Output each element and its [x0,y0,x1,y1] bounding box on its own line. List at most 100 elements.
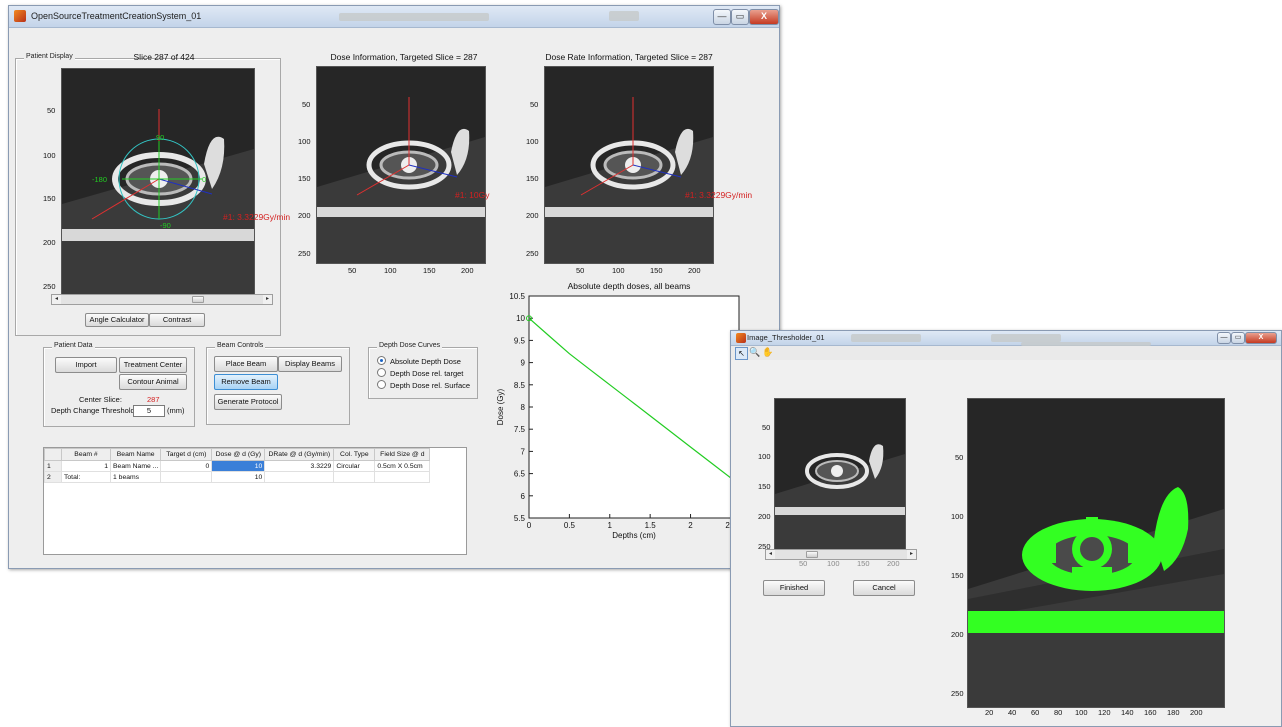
x-tick: 180 [1167,708,1180,717]
maximize-button[interactable]: ▭ [731,9,749,25]
threshold-unit: (mm) [167,406,185,415]
x-tick: 150 [423,266,436,275]
x-tick: 140 [1121,708,1134,717]
x-tick: 200 [1190,708,1203,717]
table-cell[interactable] [160,471,213,483]
angle-calculator-button[interactable]: Angle Calculator [85,313,149,327]
table-cell-selected[interactable]: 10 [211,460,266,472]
close-button[interactable]: X [749,9,779,25]
main-window: OpenSourceTreatmentCreationSystem_01 — ▭… [8,5,780,569]
y-tick-label: 8.5 [514,381,526,390]
main-window-title: OpenSourceTreatmentCreationSystem_01 [31,11,202,21]
minimize-button[interactable]: — [1217,332,1231,344]
dose-info-title: Dose Information, Targeted Slice = 287 [330,52,478,62]
scroll-thumb[interactable] [192,296,204,303]
maximize-button[interactable]: ▭ [1231,332,1245,344]
y-tick: 200 [43,238,56,247]
table-cell[interactable]: 0.5cm X 0.5cm [374,460,431,472]
arrow-tool-icon[interactable]: ↖ [735,347,748,360]
minimize-button[interactable]: — [713,9,731,25]
beam-table[interactable]: Beam # Beam Name Target d (cm) Dose @ d … [43,447,467,555]
table-header[interactable]: Beam Name [109,448,162,461]
scroll-thumb[interactable] [806,551,818,558]
y-tick-label: 6 [521,492,526,501]
dose-rate-image[interactable] [544,66,714,264]
table-cell[interactable]: 10 [211,471,266,483]
x-tick: 120 [1098,708,1111,717]
threshold-input[interactable]: 5 [133,405,165,417]
matlab-icon [736,333,746,343]
thresholded-image[interactable] [967,398,1225,708]
radio-icon[interactable] [377,368,386,377]
contour-animal-button[interactable]: Contour Animal [119,374,187,390]
generate-protocol-button[interactable]: Generate Protocol [214,394,282,410]
contrast-button[interactable]: Contrast [149,313,205,327]
radio-depth-dose-rel-target[interactable]: Depth Dose rel. target [377,368,463,378]
table-row[interactable]: 2 Total: 1 beams 10 [44,471,431,483]
table-header[interactable]: DRate @ d (Gy/min) [264,448,335,461]
slice-scrollbar[interactable]: ◂ ▸ [51,294,273,305]
radio-absolute-depth-dose[interactable]: Absolute Depth Dose [377,356,461,366]
zoom-tool-icon[interactable]: 🔍 [749,347,760,358]
table-cell[interactable] [264,471,335,483]
y-tick: 100 [951,512,964,521]
depth-dose-curves-panel: Depth Dose Curves Absolute Depth Dose De… [368,342,478,399]
table-header[interactable]: Dose @ d (Gy) [211,448,266,461]
table-cell[interactable]: Beam Name ... [109,460,162,472]
table-row[interactable]: 1 1 Beam Name ... 0 10 3.3229 Circular 0… [44,460,431,472]
y-tick: 250 [43,282,56,291]
treatment-center-button[interactable]: Treatment Center [119,357,187,373]
table-cell[interactable]: Total: [61,471,111,483]
place-beam-button[interactable]: Place Beam [214,356,278,372]
main-titlebar[interactable]: OpenSourceTreatmentCreationSystem_01 — ▭… [9,6,779,28]
thresholder-window: Image_Thresholder_01 — ▭ X ↖ 🔍 ✋ 50 100 … [730,330,1282,727]
table-header[interactable]: Beam # [61,448,111,461]
y-tick: 100 [298,137,311,146]
table-cell[interactable]: 0 [160,460,213,472]
y-tick: 50 [762,423,771,432]
cancel-button[interactable]: Cancel [853,580,915,596]
x-tick: 160 [1144,708,1157,717]
table-cell[interactable]: 1 [61,460,111,472]
radio-icon[interactable] [377,380,386,389]
small-preview-image[interactable] [774,398,906,550]
table-header[interactable]: Target d (cm) [160,448,213,461]
y-tick: 250 [298,249,311,258]
radio-selected-icon[interactable] [377,356,386,365]
table-cell[interactable] [374,471,431,483]
scroll-right-icon[interactable]: ▸ [907,550,916,559]
scroll-left-icon[interactable]: ◂ [52,295,61,304]
table-cell[interactable]: 3.3229 [264,460,335,472]
scroll-right-icon[interactable]: ▸ [263,295,272,304]
pan-tool-icon[interactable]: ✋ [762,347,773,358]
table-cell[interactable]: Circular [333,460,376,472]
table-header[interactable]: Col. Type [333,448,376,461]
thresholder-titlebar[interactable]: Image_Thresholder_01 — ▭ X [731,331,1281,346]
y-tick: 150 [951,571,964,580]
patient-image[interactable]: 90 -180 0 -90 [61,68,255,295]
x-tick: 100 [1075,708,1088,717]
angle-0-label: 0 [202,175,207,184]
scroll-left-icon[interactable]: ◂ [766,550,775,559]
table-cell[interactable] [333,471,376,483]
display-beams-button[interactable]: Display Beams [278,356,342,372]
dose-image[interactable] [316,66,486,264]
table-header[interactable]: Field Size @ d [374,448,431,461]
table-cell[interactable]: 1 beams [109,471,162,483]
center-slice-value: 287 [147,395,160,404]
patient-data-title: Patient Data [52,342,95,349]
background-blur [991,334,1061,342]
radio-depth-dose-rel-surface[interactable]: Depth Dose rel. Surface [377,380,470,390]
beam-controls-title: Beam Controls [215,342,266,349]
y-tick: 50 [955,453,964,462]
y-tick: 150 [298,174,311,183]
slice-label: Slice 287 of 424 [133,52,195,62]
x-tick-label: 0 [527,521,532,530]
patient-beam-label: #1: 3.3229Gy/min [223,212,291,222]
remove-beam-button[interactable]: Remove Beam [214,374,278,390]
row-number: 1 [44,460,62,472]
table-header[interactable] [44,448,62,461]
finished-button[interactable]: Finished [763,580,825,596]
close-button[interactable]: X [1245,332,1277,344]
import-button[interactable]: Import [55,357,117,373]
